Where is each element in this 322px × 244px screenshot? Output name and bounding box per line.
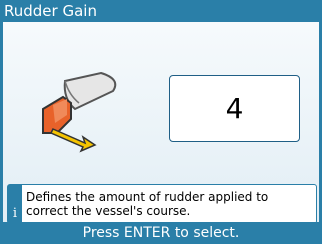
info-text: Defines the amount of rudder applied to … (26, 190, 269, 218)
info-icon: i (8, 185, 22, 223)
info-panel: i Defines the amount of rudder applied t… (7, 184, 317, 224)
rudder-gain-value[interactable]: 4 (169, 75, 300, 142)
settings-panel: 4 i Defines the amount of rudder applied… (0, 22, 322, 224)
footer-hint: Press ENTER to select. (0, 222, 322, 244)
rudder-boat-icon (42, 71, 117, 153)
window-title: Rudder Gain (0, 0, 322, 22)
